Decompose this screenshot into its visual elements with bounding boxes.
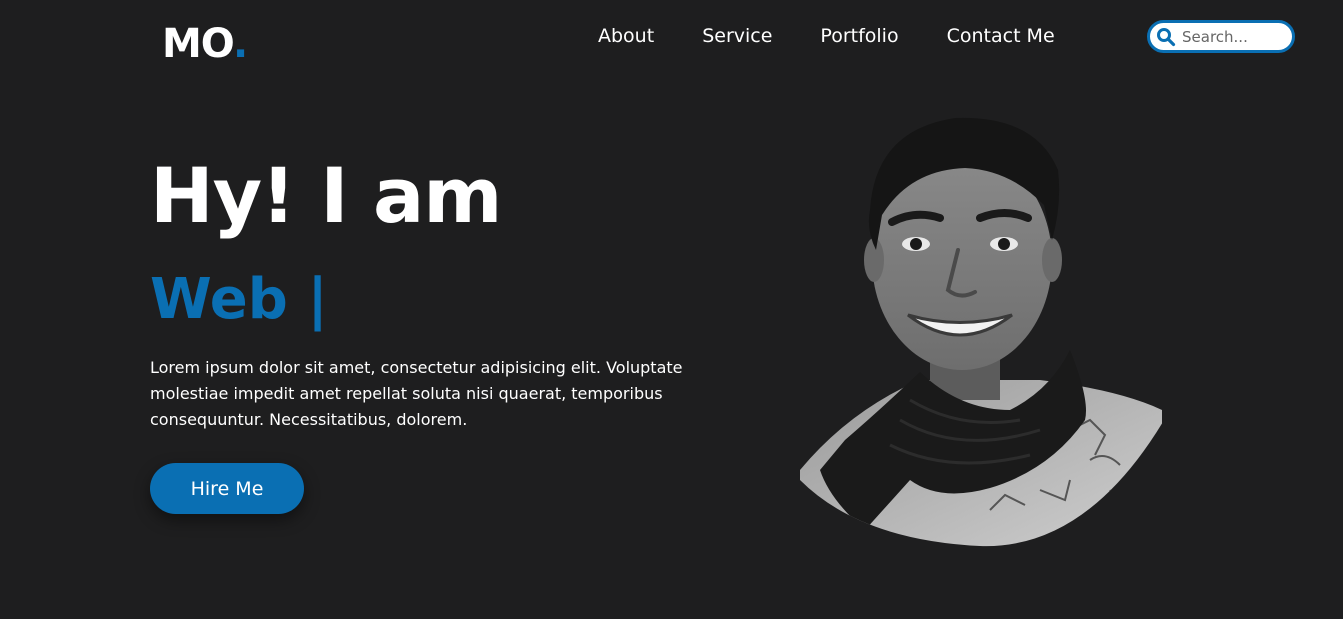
- search-icon[interactable]: [1156, 27, 1176, 47]
- nav-about[interactable]: About: [598, 24, 654, 48]
- hire-me-button[interactable]: Hire Me: [150, 463, 304, 514]
- hero-title: Hy! I am: [150, 151, 502, 240]
- logo-dot: .: [232, 21, 248, 67]
- hero-description: Lorem ipsum dolor sit amet, consectetur …: [150, 358, 683, 429]
- nav-portfolio[interactable]: Portfolio: [820, 24, 898, 48]
- search-input[interactable]: [1182, 27, 1290, 46]
- profile-photo: [800, 117, 1162, 547]
- page: MO. About Service Portfolio Contact Me H…: [0, 0, 1343, 619]
- nav-service[interactable]: Service: [702, 24, 772, 48]
- hero-role-typing: Web |: [150, 267, 328, 332]
- search-box[interactable]: [1147, 20, 1295, 53]
- nav-contact-me[interactable]: Contact Me: [947, 24, 1055, 48]
- logo-text: MO: [162, 21, 234, 67]
- logo[interactable]: MO.: [162, 21, 248, 67]
- main-nav: About Service Portfolio Contact Me: [598, 24, 1103, 48]
